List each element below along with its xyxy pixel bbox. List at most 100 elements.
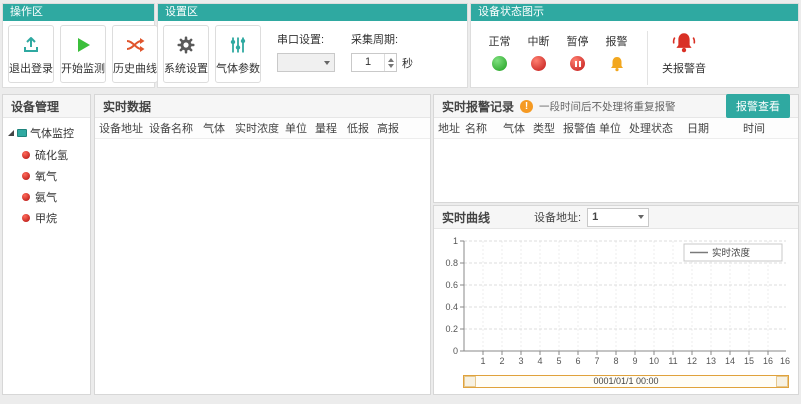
realtime-data-header: 实时数据 [95,95,430,118]
x-tick-label: 10 [649,356,659,366]
column-header[interactable]: 高报 [373,120,405,136]
x-tick-label: 4 [537,356,542,366]
status-normal-label: 正常 [488,36,511,48]
tree-item-0[interactable]: 硫化氢 [5,144,88,165]
operation-section: 操作区 退出登录 开始监测 历史曲线 [2,3,158,88]
device-status-dot-icon [22,192,30,201]
realtime-data-title: 实时数据 [103,99,152,114]
logout-icon [19,33,43,57]
monitor-node-icon [17,129,27,137]
chart-scrollbar[interactable]: 0001/01/1 00:00 [463,375,789,388]
column-header[interactable]: 报警值 [559,120,595,136]
scroll-left-button[interactable] [464,376,476,387]
column-header[interactable]: 类型 [529,120,559,136]
column-header[interactable]: 实时浓度 [231,120,281,136]
status-pause: 暂停 [561,33,594,71]
column-header[interactable]: 处理状态 [625,120,683,136]
interrupt-status-icon [531,56,546,71]
period-field: 采集周期: 1 秒 [351,31,413,72]
settings-section-title: 设置区 [158,4,467,21]
y-tick-label: 0.6 [445,280,458,290]
tree-item-label: 氧气 [35,170,57,183]
tree-item-label: 硫化氢 [35,149,68,162]
spinner-arrows[interactable] [384,54,396,71]
x-tick-label: 7 [594,356,599,366]
column-header[interactable]: 设备名称 [145,120,199,136]
spinner-up-icon[interactable] [387,57,394,62]
device-status-dot-icon [22,213,30,222]
operation-section-body: 退出登录 开始监测 历史曲线 [3,21,158,87]
device-tree-title: 设备管理 [11,99,60,114]
x-tick-label: 13 [706,356,716,366]
alarm-bell-icon [609,56,625,75]
x-tick-label: 5 [556,356,561,366]
column-header[interactable]: 时间 [739,120,793,136]
period-value: 1 [364,56,372,68]
column-header[interactable]: 气体 [199,120,231,136]
gas-params-label: 气体参数 [216,62,260,75]
alarm-log-body [434,139,798,200]
serial-port-label: 串口设置: [277,34,325,46]
tree-item-label: 氨气 [35,191,57,204]
period-unit-label: 秒 [402,57,413,70]
column-header[interactable]: 地址 [434,120,461,136]
status-alarm: 报警 [600,33,633,75]
device-address-value: 1 [592,211,599,223]
app-window: 操作区 退出登录 开始监测 历史曲线 设置区 系统设置 气体参数 串口设置: 采… [0,0,801,404]
tree-expander-icon[interactable] [8,130,14,136]
x-tick-label: 6 [575,356,580,366]
normal-status-icon [492,56,507,71]
column-header[interactable]: 单位 [595,120,625,136]
x-tick-label: 14 [725,356,735,366]
column-header[interactable]: 低报 [343,120,373,136]
y-tick-label: 0.2 [445,324,458,334]
logout-label: 退出登录 [9,62,53,75]
tree-item-1[interactable]: 氧气 [5,165,88,186]
tree-root-label: 气体监控 [30,128,74,140]
x-tick-label: 1 [480,356,485,366]
y-tick-label: 0.8 [445,258,458,268]
start-monitor-label: 开始监测 [61,62,105,75]
tree-item-2[interactable]: 氨气 [5,186,88,207]
column-header[interactable]: 名称 [461,120,499,136]
scroll-right-button[interactable] [776,376,788,387]
system-settings-button[interactable]: 系统设置 [163,25,209,83]
mute-alarm-button[interactable]: 关报警音 [662,31,706,76]
realtime-curve-title: 实时曲线 [442,210,491,225]
period-label: 采集周期: [351,34,399,46]
column-header[interactable]: 日期 [683,120,739,136]
realtime-curve-panel: 实时曲线 设备地址: 1 0 0.2 0.4 0.6 0.8 1 1 2 3 4… [433,205,799,395]
device-tree-header: 设备管理 [3,95,90,118]
status-legend-section: 设备状态图示 正常 中断 暂停 报警 关报警音 [470,3,799,88]
y-tick-label: 1 [453,236,458,246]
tree-root-node[interactable]: 气体监控 [5,123,88,144]
history-curve-button[interactable]: 历史曲线 [112,25,158,83]
status-interrupt-label: 中断 [527,36,550,48]
device-address-label: 设备地址: [534,212,582,224]
gas-params-button[interactable]: 气体参数 [215,25,261,83]
device-address-select[interactable]: 1 [587,207,650,227]
chart-canvas: 0 0.2 0.4 0.6 0.8 1 1 2 3 4 5 6 7 8 9 10… [445,236,790,366]
status-legend-body: 正常 中断 暂停 报警 关报警音 [471,21,798,89]
legend-series-label: 实时浓度 [712,247,751,259]
alarm-view-button[interactable]: 报警查看 [726,94,790,118]
serial-port-select[interactable] [277,53,335,72]
alarm-log-panel: 实时报警记录 ! 一段时间后不处理将重复报警 报警查看 地址 名称 气体 类型 … [433,94,799,203]
column-header[interactable]: 量程 [311,120,343,136]
x-tick-label: 3 [518,356,523,366]
realtime-data-columns: 设备地址 设备名称 气体 实时浓度 单位 量程 低报 高报 [95,118,430,139]
history-curve-label: 历史曲线 [113,62,157,75]
column-header[interactable]: 气体 [499,120,529,136]
device-tree: 气体监控 硫化氢 氧气 氨气 甲烷 [3,118,90,233]
tree-item-3[interactable]: 甲烷 [5,207,88,228]
column-header[interactable]: 单位 [281,120,311,136]
y-tick-label: 0 [453,346,458,356]
period-spinner[interactable]: 1 [351,53,397,72]
tree-item-label: 甲烷 [35,212,57,225]
spinner-down-icon[interactable] [387,63,394,68]
start-monitor-button[interactable]: 开始监测 [60,25,106,83]
logout-button[interactable]: 退出登录 [8,25,54,83]
chart-legend: 实时浓度 [683,243,783,262]
x-axis-end-label: 16 [780,356,790,366]
column-header[interactable]: 设备地址 [95,120,145,136]
